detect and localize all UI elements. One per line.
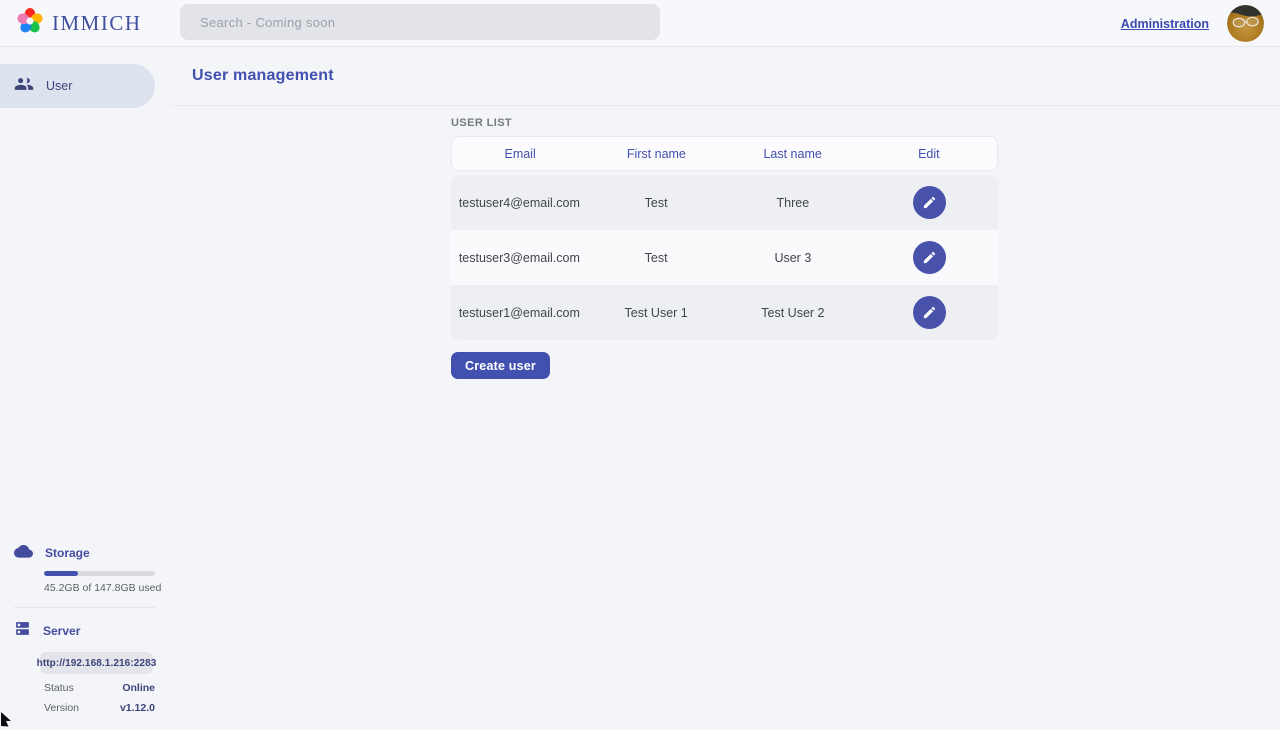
sidebar-item-label: User bbox=[46, 79, 72, 93]
top-navbar: IMMICH Administration bbox=[0, 0, 1280, 47]
server-status-row: Status Online bbox=[44, 682, 155, 694]
status-value: Online bbox=[122, 682, 155, 694]
create-user-button[interactable]: Create user bbox=[451, 352, 550, 379]
column-header-last-name: Last name bbox=[725, 147, 861, 161]
cell-first-name: Test bbox=[588, 196, 725, 210]
storage-widget-header: Storage bbox=[0, 543, 170, 563]
user-list-heading: USER LIST bbox=[451, 117, 1280, 129]
version-label: Version bbox=[44, 702, 79, 714]
sidebar-item-user[interactable]: User bbox=[0, 64, 155, 108]
main-area: User management USER LIST Email First na… bbox=[170, 47, 1280, 730]
cell-email: testuser3@email.com bbox=[451, 251, 588, 265]
mouse-cursor bbox=[0, 711, 16, 730]
cell-first-name: Test bbox=[588, 251, 725, 265]
avatar[interactable] bbox=[1227, 5, 1264, 42]
people-icon bbox=[14, 74, 34, 99]
table-row: testuser1@email.com Test User 1 Test Use… bbox=[451, 285, 998, 340]
column-header-first-name: First name bbox=[588, 147, 724, 161]
edit-user-button[interactable] bbox=[913, 296, 946, 329]
version-value: v1.12.0 bbox=[120, 702, 155, 714]
storage-progress-fill bbox=[44, 571, 78, 576]
cell-email: testuser4@email.com bbox=[451, 196, 588, 210]
edit-user-button[interactable] bbox=[913, 241, 946, 274]
storage-usage-text: 45.2GB of 147.8GB used bbox=[44, 582, 170, 594]
pencil-icon bbox=[922, 250, 937, 265]
table-row: testuser3@email.com Test User 3 bbox=[451, 230, 998, 285]
status-label: Status bbox=[44, 682, 74, 694]
dns-server-icon bbox=[14, 620, 31, 642]
cell-last-name: User 3 bbox=[725, 251, 862, 265]
pencil-icon bbox=[922, 305, 937, 320]
table-header: Email First name Last name Edit bbox=[451, 136, 998, 171]
immich-flower-logo-icon bbox=[16, 7, 44, 40]
cloud-icon bbox=[14, 543, 33, 563]
search-input[interactable] bbox=[180, 4, 660, 40]
page-header: User management bbox=[170, 47, 1280, 106]
brand[interactable]: IMMICH bbox=[16, 7, 142, 40]
server-version-row: Version v1.12.0 bbox=[44, 702, 155, 714]
sidebar-divider bbox=[14, 607, 155, 608]
page-title: User management bbox=[192, 67, 334, 85]
server-title: Server bbox=[43, 624, 80, 638]
storage-title: Storage bbox=[45, 546, 90, 560]
cell-last-name: Test User 2 bbox=[725, 306, 862, 320]
server-widget-header: Server bbox=[0, 620, 170, 642]
sidebar-footer: Storage 45.2GB of 147.8GB used Server ht… bbox=[0, 543, 170, 730]
cell-last-name: Three bbox=[725, 196, 862, 210]
edit-user-button[interactable] bbox=[913, 186, 946, 219]
brand-name: IMMICH bbox=[52, 11, 142, 36]
table-row: testuser4@email.com Test Three bbox=[451, 175, 998, 230]
sidebar: User Storage 45.2GB of 147.8GB used Serv… bbox=[0, 47, 170, 730]
cell-email: testuser1@email.com bbox=[451, 306, 588, 320]
column-header-email: Email bbox=[452, 147, 588, 161]
user-table: Email First name Last name Edit testuser… bbox=[451, 136, 998, 340]
column-header-edit: Edit bbox=[861, 147, 997, 161]
table-body: testuser4@email.com Test Three testuser3… bbox=[451, 175, 998, 340]
cell-first-name: Test User 1 bbox=[588, 306, 725, 320]
administration-link[interactable]: Administration bbox=[1121, 17, 1209, 31]
server-url-badge: http://192.168.1.216:2283 bbox=[40, 652, 153, 674]
pencil-icon bbox=[922, 195, 937, 210]
storage-progress-bar bbox=[44, 571, 155, 576]
